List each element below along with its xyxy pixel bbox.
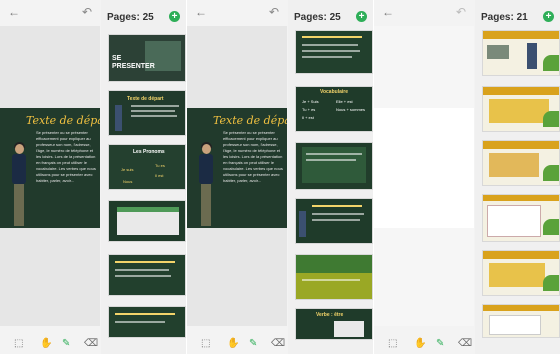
thumb-title: SE PRESENTER xyxy=(112,55,155,70)
app-screen-3: ← ↶ Pages: 21 + ⬚ ✋ ✎ ⌫ xyxy=(374,0,560,354)
undo-icon[interactable]: ↶ xyxy=(82,5,92,19)
pages-count: Pages: 21 xyxy=(481,12,528,23)
current-slide[interactable]: Texte de départ Se présenter ou se prése… xyxy=(187,108,287,228)
thumb-text: Il + est xyxy=(302,115,314,120)
hand-icon[interactable]: ✋ xyxy=(227,338,239,349)
thumb-title: Les Pronoms xyxy=(133,149,165,155)
thumb-title: Vocabulaire xyxy=(320,89,348,95)
back-arrow-icon[interactable]: ← xyxy=(8,5,20,19)
thumb-text: Nous + sommes xyxy=(336,107,366,112)
bottom-toolbar: ⬚ ✋ ✎ ⌫ xyxy=(374,336,560,354)
thumb-text: Nous xyxy=(123,179,133,184)
pages-panel: Pages: 25 + SE PRESENTER Texte de départ… xyxy=(101,0,186,354)
page-thumbnail[interactable]: Les Pronoms Je suis Tu es Il est Nous xyxy=(108,144,186,190)
page-thumbnail[interactable]: Texte de départ xyxy=(108,90,186,136)
thumb-text: Tu es xyxy=(155,163,165,168)
pages-count: Pages: 25 xyxy=(294,12,341,23)
current-slide[interactable]: Texte de départ Se présenter ou se prése… xyxy=(0,108,100,228)
page-thumbnail[interactable] xyxy=(482,250,560,296)
thumb-title: Texte de départ xyxy=(127,96,164,102)
thumb-text: Je + Suis xyxy=(302,99,319,104)
back-arrow-icon[interactable]: ← xyxy=(195,5,207,19)
pages-panel: Pages: 25 + Vocabulaire Je + Suis Tu + e… xyxy=(288,0,373,354)
pencil-icon[interactable]: ✎ xyxy=(62,338,70,349)
slide-text: Se présenter ou se présenter efficacemen… xyxy=(223,130,283,183)
page-thumbnail[interactable] xyxy=(482,86,560,132)
pencil-icon[interactable]: ✎ xyxy=(249,338,257,349)
eraser-icon[interactable]: ⌫ xyxy=(84,338,98,349)
select-icon[interactable]: ⬚ xyxy=(201,338,210,349)
bottom-toolbar: ⬚ ✋ ✎ ⌫ xyxy=(0,336,186,354)
undo-icon[interactable]: ↶ xyxy=(269,5,279,19)
hand-icon[interactable]: ✋ xyxy=(414,338,426,349)
page-thumbnail[interactable] xyxy=(295,142,373,190)
page-thumbnail[interactable] xyxy=(108,306,186,338)
person-illustration xyxy=(10,142,28,226)
top-bar: ← ↶ xyxy=(187,0,287,26)
blank-slide[interactable] xyxy=(374,108,474,228)
app-screen-2: ← ↶ Texte de départ Se présenter ou se p… xyxy=(187,0,373,354)
add-page-button[interactable]: + xyxy=(169,11,180,22)
page-thumbnail[interactable] xyxy=(295,198,373,244)
add-page-button[interactable]: + xyxy=(356,11,367,22)
pages-panel: Pages: 21 + xyxy=(475,0,560,354)
page-thumbnail[interactable] xyxy=(108,200,186,242)
page-thumbnail[interactable]: Vocabulaire Je + Suis Tu + es Il + est E… xyxy=(295,86,373,132)
page-thumbnail[interactable] xyxy=(108,254,186,296)
pencil-icon[interactable]: ✎ xyxy=(436,338,444,349)
page-thumbnail[interactable] xyxy=(295,254,373,300)
page-thumbnail[interactable] xyxy=(295,30,373,74)
thumb-text: Il est xyxy=(155,173,164,178)
eraser-icon[interactable]: ⌫ xyxy=(271,338,285,349)
person-illustration xyxy=(197,142,215,226)
page-thumbnail[interactable] xyxy=(482,194,560,242)
pages-count: Pages: 25 xyxy=(107,12,154,23)
undo-icon[interactable]: ↶ xyxy=(456,5,466,19)
slide-title: Texte de départ xyxy=(213,114,287,127)
page-thumbnail[interactable] xyxy=(482,304,560,338)
thumb-text: Tu + es xyxy=(302,107,316,112)
page-thumbnail[interactable] xyxy=(482,140,560,186)
top-bar: ← ↶ xyxy=(0,0,100,26)
thumb-text: Elle + est xyxy=(336,99,353,104)
slide-title: Texte de départ xyxy=(26,114,100,127)
thumb-title: Verbe : être xyxy=(316,312,344,318)
thumb-text: Je suis xyxy=(121,167,134,172)
page-thumbnail[interactable]: SE PRESENTER xyxy=(108,34,186,82)
bottom-toolbar: ⬚ ✋ ✎ ⌫ xyxy=(187,336,373,354)
back-arrow-icon[interactable]: ← xyxy=(382,5,394,19)
hand-icon[interactable]: ✋ xyxy=(40,338,52,349)
top-bar: ← ↶ xyxy=(374,0,474,26)
slide-text: Se présenter ou se présenter efficacemen… xyxy=(36,130,96,183)
app-screen-1: ← ↶ Texte de départ Se présenter ou se p… xyxy=(0,0,186,354)
select-icon[interactable]: ⬚ xyxy=(388,338,397,349)
page-thumbnail[interactable] xyxy=(482,30,560,76)
add-page-button[interactable]: + xyxy=(543,11,554,22)
select-icon[interactable]: ⬚ xyxy=(14,338,23,349)
eraser-icon[interactable]: ⌫ xyxy=(458,338,472,349)
